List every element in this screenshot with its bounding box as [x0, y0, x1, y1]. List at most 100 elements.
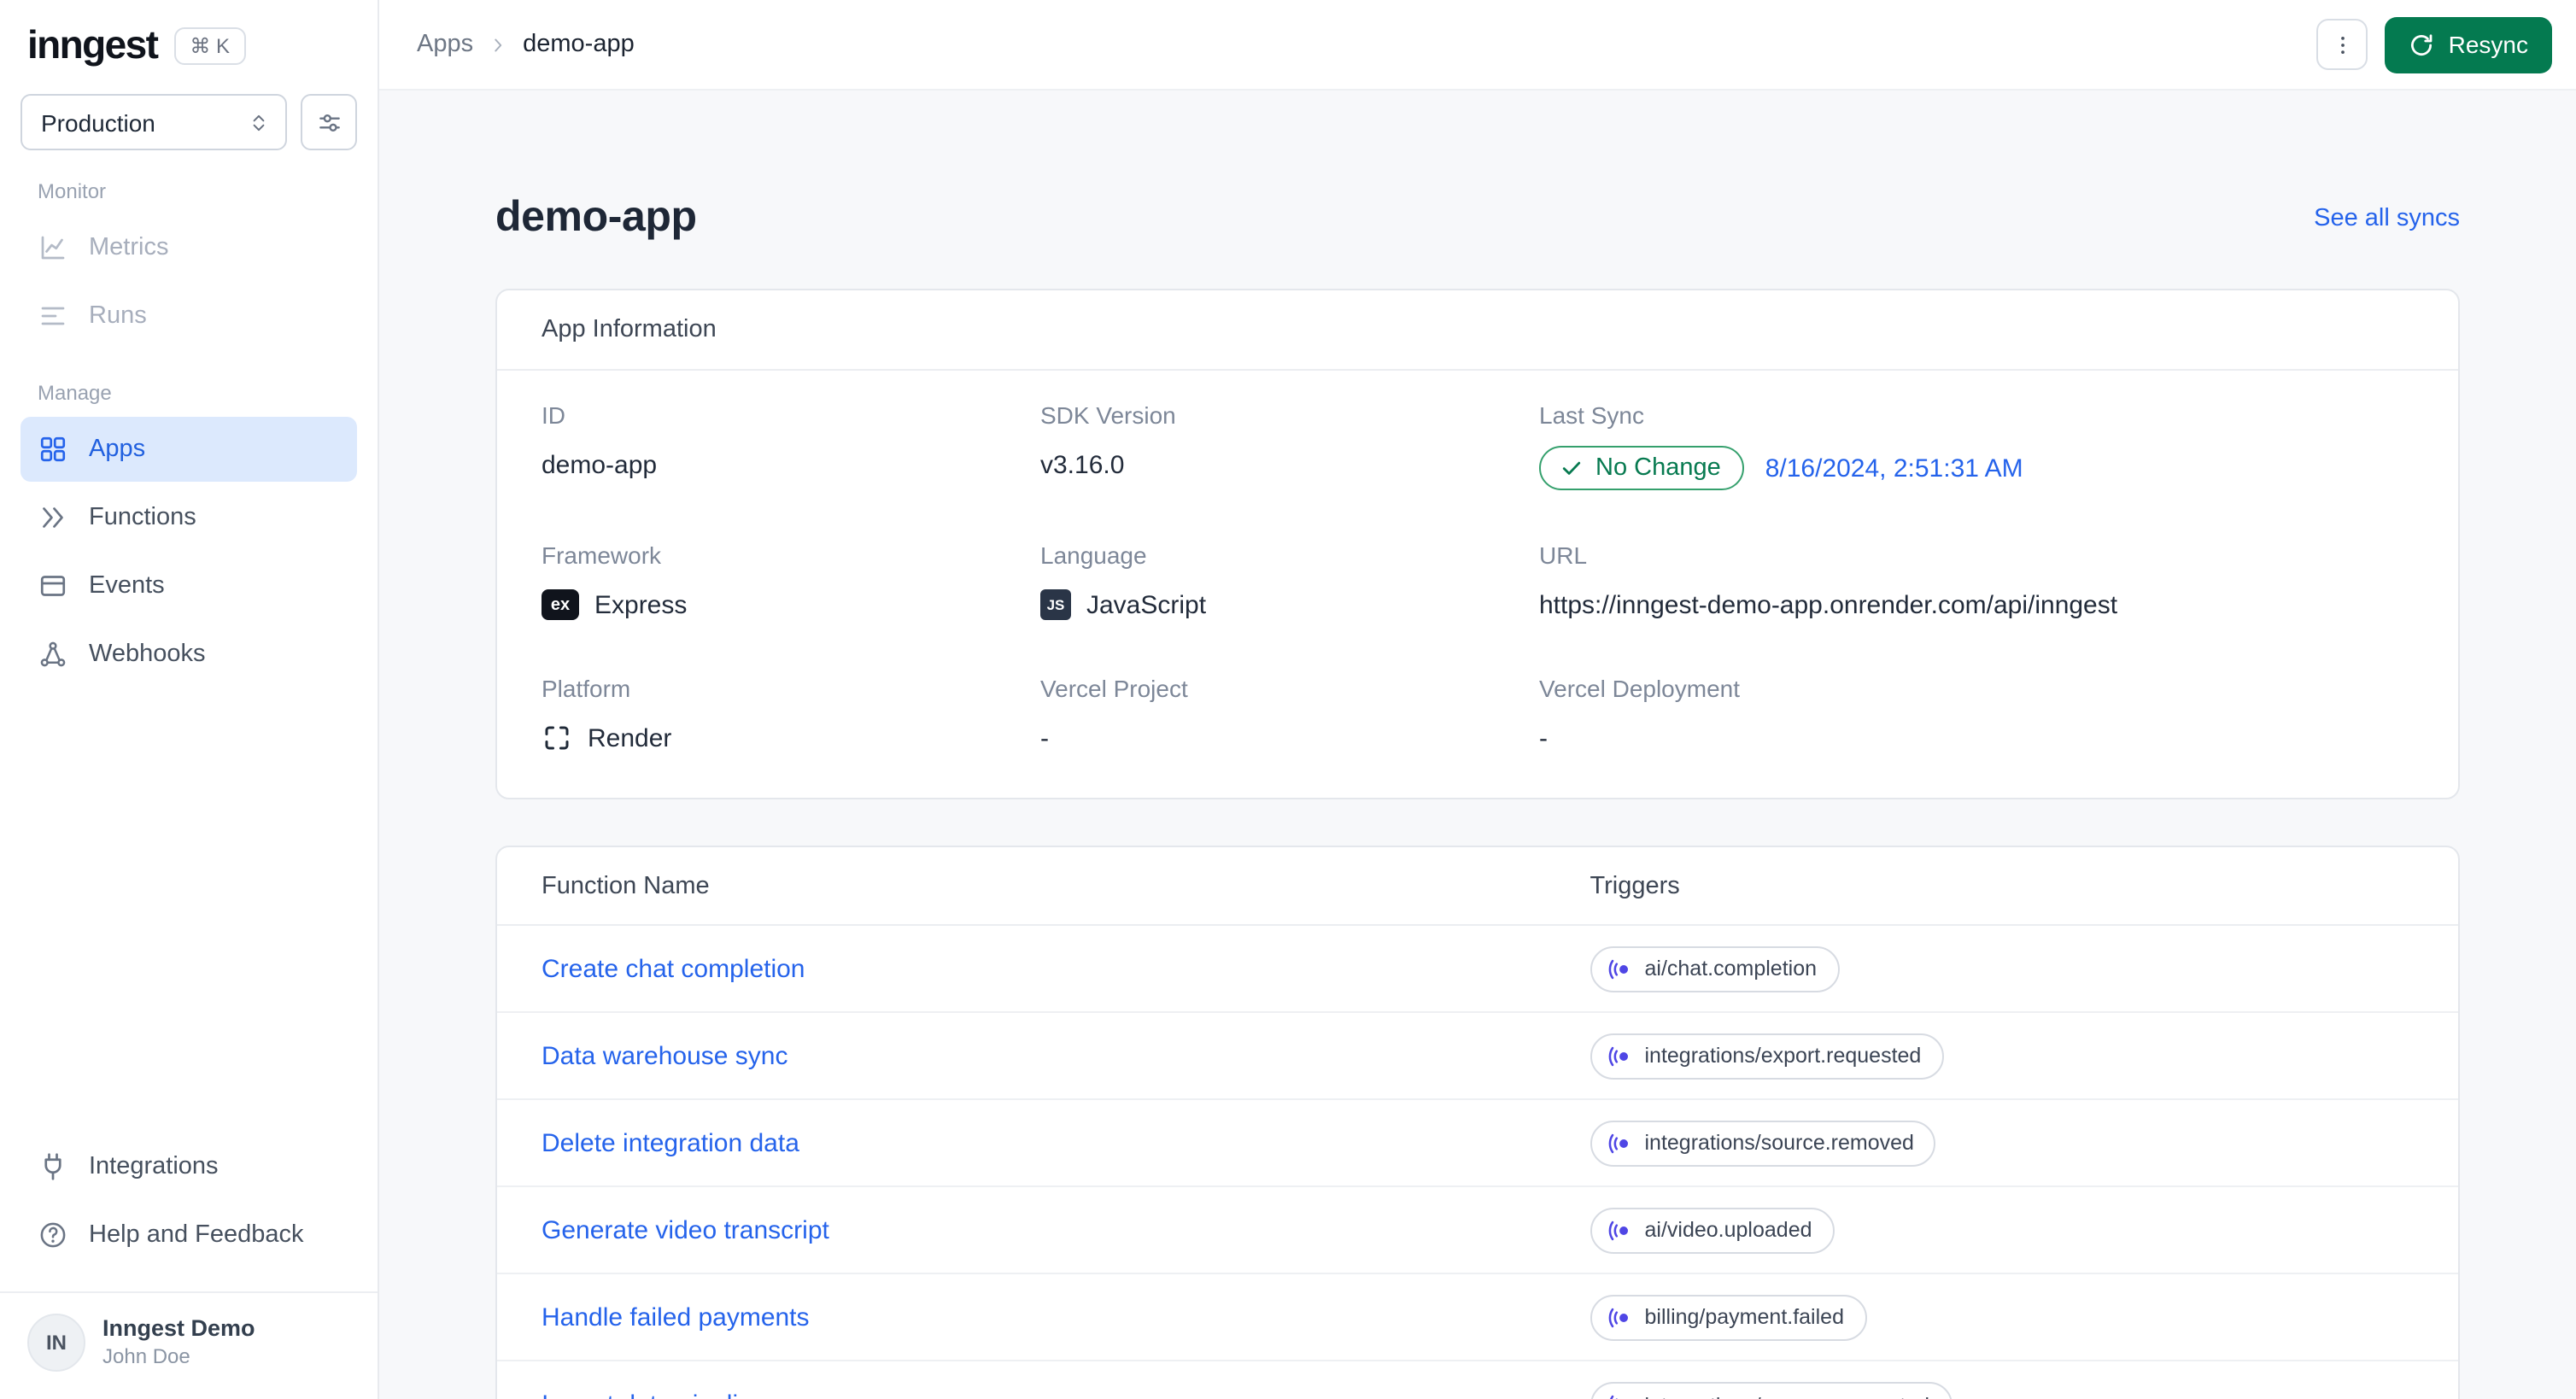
function-link[interactable]: Handle failed payments	[542, 1302, 1590, 1332]
field-vercel-deployment: Vercel Deployment -	[1539, 675, 2414, 757]
user-info: Inngest Demo John Doe	[102, 1314, 255, 1371]
resync-label: Resync	[2448, 31, 2528, 58]
sidebar-header: inngest ⌘ K	[20, 0, 357, 84]
environment-label: Production	[41, 108, 155, 136]
field-label: Platform	[542, 675, 631, 702]
breadcrumb: Apps demo-app	[417, 31, 635, 58]
field-sdk-version: SDK Version v3.16.0	[1040, 401, 1519, 490]
card-title: App Information	[497, 290, 2458, 371]
trigger-label: integrations/export.requested	[1644, 1044, 1922, 1068]
app-info-fields: ID demo-app SDK Version v3.16.0 Last Syn…	[497, 371, 2458, 798]
trigger-label: ai/chat.completion	[1644, 957, 1818, 980]
event-trigger-icon	[1608, 1133, 1628, 1153]
field-label: Language	[1040, 541, 1147, 569]
environment-settings-button[interactable]	[301, 94, 357, 150]
field-value: JavaScript	[1086, 590, 1207, 619]
sidebar-item-label: Metrics	[89, 234, 169, 261]
user-menu[interactable]: IN Inngest Demo John Doe	[0, 1291, 378, 1399]
field-vercel-project: Vercel Project -	[1040, 675, 1519, 757]
environment-selector[interactable]: Production	[20, 94, 287, 150]
sidebar: inngest ⌘ K Production Monitor Metrics R…	[0, 0, 379, 1399]
field-language: Language JS JavaScript	[1040, 541, 1519, 623]
command-palette-shortcut[interactable]: ⌘ K	[174, 26, 246, 64]
table-row: Handle failed payments billing/payment.f…	[497, 1274, 2458, 1361]
field-value: Express	[594, 590, 688, 619]
chevron-right-icon	[495, 38, 502, 51]
app-information-card: App Information ID demo-app SDK Version …	[495, 289, 2460, 799]
sidebar-item-label: Webhooks	[89, 641, 206, 668]
see-all-syncs-link[interactable]: See all syncs	[2314, 204, 2460, 231]
function-link[interactable]: Generate video transcript	[542, 1215, 1590, 1244]
main-area: Apps demo-app Resync demo-app See all sy…	[379, 0, 2576, 1399]
sidebar-item-label: Runs	[89, 302, 147, 330]
function-link[interactable]: Data warehouse sync	[542, 1041, 1590, 1070]
webhooks-icon	[40, 641, 66, 667]
table-header-row: Function Name Triggers	[497, 847, 2458, 926]
last-sync-time[interactable]: 8/16/2024, 2:51:31 AM	[1765, 454, 2023, 483]
table-row: Data warehouse sync integrations/export.…	[497, 1013, 2458, 1100]
sidebar-item-apps[interactable]: Apps	[20, 417, 357, 482]
sidebar-item-functions[interactable]: Functions	[20, 485, 357, 550]
sidebar-item-integrations[interactable]: Integrations	[20, 1134, 357, 1199]
section-label-manage: Manage	[38, 381, 112, 405]
user-name: Inngest Demo	[102, 1315, 255, 1342]
section-label-monitor: Monitor	[38, 179, 107, 203]
table-row: Delete integration data integrations/sou…	[497, 1100, 2458, 1187]
sliders-icon	[319, 114, 339, 131]
field-label: SDK Version	[1040, 401, 1176, 429]
functions-icon	[43, 507, 63, 528]
field-value: -	[1040, 723, 1049, 752]
topbar-actions: Resync	[2316, 16, 2552, 73]
sidebar-item-label: Apps	[89, 436, 146, 463]
stage: inngest ⌘ K Production Monitor Metrics R…	[0, 0, 2576, 1399]
sidebar-item-events[interactable]: Events	[20, 553, 357, 618]
function-link[interactable]: Import data pipeline	[542, 1390, 1590, 1399]
no-change-badge: No Change	[1539, 446, 1745, 490]
field-url: URL https://inngest-demo-app.onrender.co…	[1539, 541, 2414, 623]
sidebar-item-label: Functions	[89, 504, 196, 531]
sidebar-item-webhooks[interactable]: Webhooks	[20, 622, 357, 687]
function-link[interactable]: Delete integration data	[542, 1128, 1590, 1157]
function-link[interactable]: Create chat completion	[542, 954, 1590, 983]
event-trigger-icon	[1608, 1220, 1628, 1240]
sidebar-item-runs[interactable]: Runs	[20, 284, 357, 348]
shortcut-label: ⌘ K	[190, 33, 231, 57]
sidebar-item-label: Events	[89, 572, 165, 600]
breadcrumb-apps[interactable]: Apps	[417, 31, 473, 58]
page-header: demo-app See all syncs	[495, 193, 2460, 243]
field-label: URL	[1539, 541, 1588, 569]
field-label: Vercel Project	[1040, 675, 1188, 702]
events-icon	[40, 576, 66, 596]
field-label: ID	[542, 401, 565, 429]
avatar: IN	[27, 1314, 85, 1372]
environment-row: Production	[20, 94, 357, 150]
trigger-badge: ai/video.uploaded	[1590, 1207, 1835, 1253]
event-trigger-icon	[1608, 1045, 1628, 1066]
field-label: Last Sync	[1539, 401, 1644, 429]
field-value: Render	[588, 723, 672, 752]
field-platform: Platform Render	[542, 675, 1020, 757]
trigger-badge: integrations/export.requested	[1590, 1033, 1944, 1079]
trigger-label: billing/payment.failed	[1644, 1305, 1845, 1329]
kebab-menu-icon	[2340, 36, 2345, 53]
sidebar-item-metrics[interactable]: Metrics	[20, 215, 357, 280]
event-trigger-icon	[1609, 1395, 1618, 1399]
topbar: Apps demo-app Resync	[379, 0, 2576, 91]
table-row: Create chat completion ai/chat.completio…	[497, 926, 2458, 1013]
field-value: demo-app	[542, 450, 658, 479]
column-header-triggers: Triggers	[1590, 872, 1680, 899]
trigger-badge: integrations/source.connected	[1590, 1382, 1952, 1399]
more-options-button[interactable]	[2316, 19, 2368, 70]
field-label: Vercel Deployment	[1539, 675, 1741, 702]
field-value: https://inngest-demo-app.onrender.com/ap…	[1539, 590, 2118, 619]
help-circle-icon	[40, 1222, 66, 1248]
field-value: v3.16.0	[1040, 450, 1125, 479]
sidebar-item-help[interactable]: Help and Feedback	[20, 1203, 357, 1267]
render-icon	[545, 726, 569, 750]
resync-button[interactable]: Resync	[2385, 16, 2552, 73]
apps-grid-icon	[40, 436, 66, 462]
javascript-icon: JS	[1040, 589, 1071, 620]
page-title: demo-app	[495, 193, 697, 241]
chevron-updown-icon	[253, 114, 265, 131]
express-icon: ex	[542, 589, 579, 620]
